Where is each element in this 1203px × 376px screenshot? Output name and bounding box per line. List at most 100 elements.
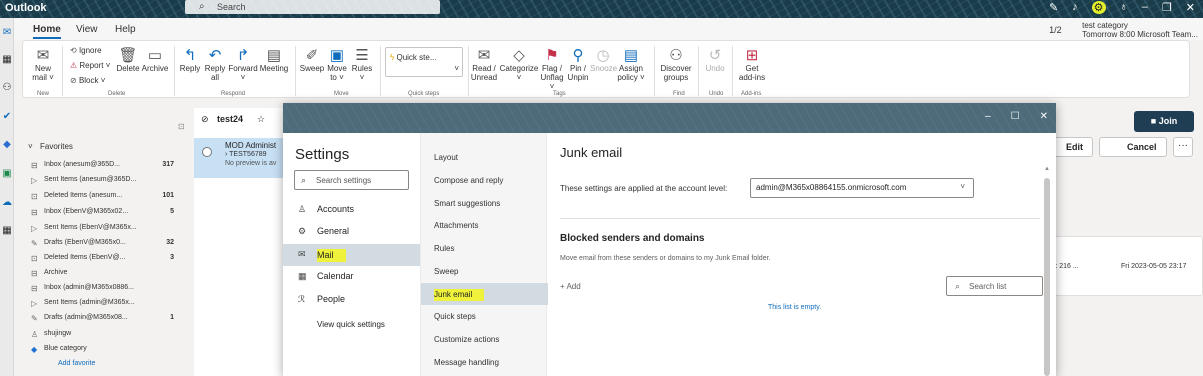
quick-step-item[interactable]: ϟ Quick ste... — [390, 53, 436, 62]
todo-icon[interactable]: ✔ — [1, 111, 13, 122]
add-blocked-sender-button[interactable]: + Add — [560, 282, 581, 291]
pin-button[interactable]: ⚲ Pin / Unpin — [566, 47, 590, 82]
subcategory-layout[interactable]: Layout — [421, 147, 548, 169]
close-icon[interactable]: ✕ — [1186, 1, 1195, 14]
minimize-icon[interactable]: – — [985, 111, 991, 122]
minimize-icon[interactable]: – — [1142, 1, 1148, 14]
teams-icon[interactable]: ◆ — [1, 139, 13, 150]
ignore-button[interactable]: ⟲ Ignore — [70, 46, 102, 55]
reply-button[interactable]: ↰ Reply — [178, 47, 202, 73]
settings-search-input[interactable]: ⌕ Search settings — [294, 170, 409, 190]
trash-icon: 🗑 — [118, 47, 138, 64]
folder-item[interactable]: ♙ shujingw — [31, 330, 174, 339]
report-button[interactable]: ⚠ Report ˅ — [70, 61, 110, 70]
assign-policy-button[interactable]: ▤ Assign policy ˅ — [616, 47, 646, 82]
favorites-header[interactable]: ˅ Favorites — [28, 142, 73, 151]
forward-button[interactable]: ↱ Forward ˅ — [228, 47, 258, 82]
maximize-icon[interactable]: ☐ — [1011, 111, 1020, 122]
excel-icon[interactable]: ▣ — [1, 168, 13, 179]
move-to-button[interactable]: ▣ Move to ˅ — [325, 47, 349, 82]
bell-icon[interactable]: ♪ — [1072, 1, 1078, 14]
subcategory-rules[interactable]: Rules — [421, 238, 548, 260]
reply-all-button[interactable]: ↶ Reply all — [203, 47, 227, 82]
close-icon[interactable]: ✕ — [1040, 111, 1048, 122]
restore-icon[interactable]: ❐ — [1162, 1, 1172, 14]
settings-category-mail[interactable]: ✉ Mail — [283, 244, 420, 266]
subcategory-quick-steps[interactable]: Quick steps — [421, 306, 548, 328]
subcategory-compose[interactable]: Compose and reply — [421, 170, 548, 192]
star-icon[interactable]: ☆ — [257, 114, 265, 125]
read-unread-button[interactable]: ✉ Read / Unread — [470, 47, 498, 82]
mail-icon[interactable]: ✉ — [1, 27, 13, 38]
apps-icon[interactable]: ▦ — [1, 225, 13, 236]
block-button[interactable]: ⊘ Block ˅ — [70, 76, 105, 85]
pen-icon[interactable]: ✎ — [1049, 1, 1058, 14]
cancel-meeting-button[interactable]: Cancel — [1099, 137, 1167, 157]
people-icon[interactable]: ⚇ — [1, 82, 13, 93]
favorites-label: Favorites — [40, 142, 73, 151]
settings-category-people[interactable]: ℛ People — [283, 289, 420, 311]
more-button[interactable]: ··· — [1173, 137, 1193, 157]
folder-item[interactable]: ◆ Blue category — [31, 345, 174, 354]
reminder[interactable]: 1/2 test category Tomorrow 8:00 Microsof… — [1049, 21, 1198, 39]
get-addins-button[interactable]: ⊞ Get add-ins — [737, 47, 767, 82]
sweep-label: Sweep — [299, 64, 325, 73]
undo-button[interactable]: ↺ Undo — [703, 47, 727, 73]
rules-button[interactable]: ☰ Rules ˅ — [350, 47, 374, 82]
folder-item[interactable]: ⊟ Inbox (anesum@365D... 317 — [31, 161, 174, 170]
message-item[interactable]: MOD Administ › TEST56789 No preview is a… — [194, 138, 284, 178]
subcategory-customize-actions[interactable]: Customize actions — [421, 329, 548, 351]
tab-home[interactable]: Home — [33, 24, 61, 39]
scroll-up-icon[interactable]: ▲ — [1044, 166, 1050, 172]
delete-button[interactable]: 🗑 Delete — [115, 47, 141, 73]
scrollbar[interactable] — [1044, 178, 1050, 376]
chevron-down-icon[interactable]: ˅ — [454, 64, 459, 73]
archive-button[interactable]: ▭ Archive — [141, 47, 169, 73]
search-list-input[interactable]: ⌕ Search list — [946, 276, 1043, 296]
sweep-button[interactable]: ✐ Sweep — [299, 47, 325, 73]
settings-category-general[interactable]: ⚙ General — [283, 221, 420, 243]
gear-icon[interactable]: ⚙ — [1091, 1, 1106, 14]
add-favorite-link[interactable]: Add favorite — [58, 360, 188, 367]
tab-view[interactable]: View — [76, 24, 98, 35]
folder-item[interactable]: ✎ Drafts (admin@M365x08... 1 — [31, 314, 174, 323]
folder-item[interactable]: ⊡ Deleted Items (anesum... 101 — [31, 192, 174, 201]
subcategory-message-handling[interactable]: Message handling — [421, 352, 548, 374]
subcategory-attachments[interactable]: Attachments — [421, 215, 548, 237]
discover-groups-button[interactable]: ⚇ Discover groups — [660, 47, 692, 82]
settings-category-calendar[interactable]: ▦ Calendar — [283, 266, 420, 288]
quick-steps-gallery[interactable]: ϟ Quick ste... ˅ — [385, 47, 463, 77]
subcategory-sweep[interactable]: Sweep — [421, 261, 548, 283]
read-label: Read / — [472, 64, 496, 73]
folder-item[interactable]: ⊡ Deleted Items (EbenV@... 3 — [31, 254, 174, 263]
lightbulb-icon[interactable]: ♁ — [1120, 1, 1128, 14]
snooze-button[interactable]: ◷ Snooze — [590, 47, 617, 73]
folder-item[interactable]: ⊟ Archive — [31, 269, 174, 278]
check-circle-icon[interactable]: ⊘ — [201, 114, 209, 124]
onedrive-icon[interactable]: ☁ — [1, 197, 13, 208]
subcategory-smart-suggestions[interactable]: Smart suggestions — [421, 193, 548, 215]
flag-button[interactable]: ⚑ Flag / Unflag ˅ — [539, 47, 565, 91]
calendar-icon[interactable]: ▦ — [1, 54, 13, 65]
subcategory-junk-email[interactable]: Junk email — [421, 283, 548, 305]
tab-help[interactable]: Help — [115, 24, 136, 35]
folder-item[interactable]: ▷ Sent Items (anesum@365D... — [31, 176, 174, 185]
event-card[interactable]: ): 216 ... Fri 2023-05-05 23:17 — [1046, 236, 1203, 296]
view-quick-settings-link[interactable]: View quick settings — [317, 320, 385, 329]
meeting-button[interactable]: ▤ Meeting — [258, 47, 290, 73]
new-mail-button[interactable]: ✉ New mail ˅ — [30, 47, 56, 82]
forward-label: Forward — [228, 64, 258, 73]
settings-category-accounts[interactable]: ♙ Accounts — [283, 199, 420, 221]
search-input[interactable]: ⌕ Search — [185, 0, 440, 14]
folder-item[interactable]: ✎ Drafts (EbenV@M365x0... 32 — [31, 239, 174, 248]
folder-item[interactable]: ▷ Sent Items (admin@M365x... — [31, 299, 174, 308]
categorize-button[interactable]: ◇ Categorize ˅ — [499, 47, 539, 82]
select-radio[interactable] — [202, 147, 212, 157]
account-select[interactable]: admin@M365x08864155.onmicrosoft.com ˅ — [750, 178, 974, 198]
collapse-pane-icon[interactable]: ⊡ — [178, 122, 185, 131]
folder-label: Inbox (EbenV@M365x02... — [44, 208, 129, 215]
join-button[interactable]: ■ Join — [1134, 111, 1194, 132]
folder-item[interactable]: ⊟ Inbox (EbenV@M365x02... 5 — [31, 208, 174, 217]
folder-item[interactable]: ▷ Sent Items (EbenV@M365x... — [31, 224, 174, 233]
folder-item[interactable]: ⊟ Inbox (admin@M365x0886... — [31, 284, 174, 293]
